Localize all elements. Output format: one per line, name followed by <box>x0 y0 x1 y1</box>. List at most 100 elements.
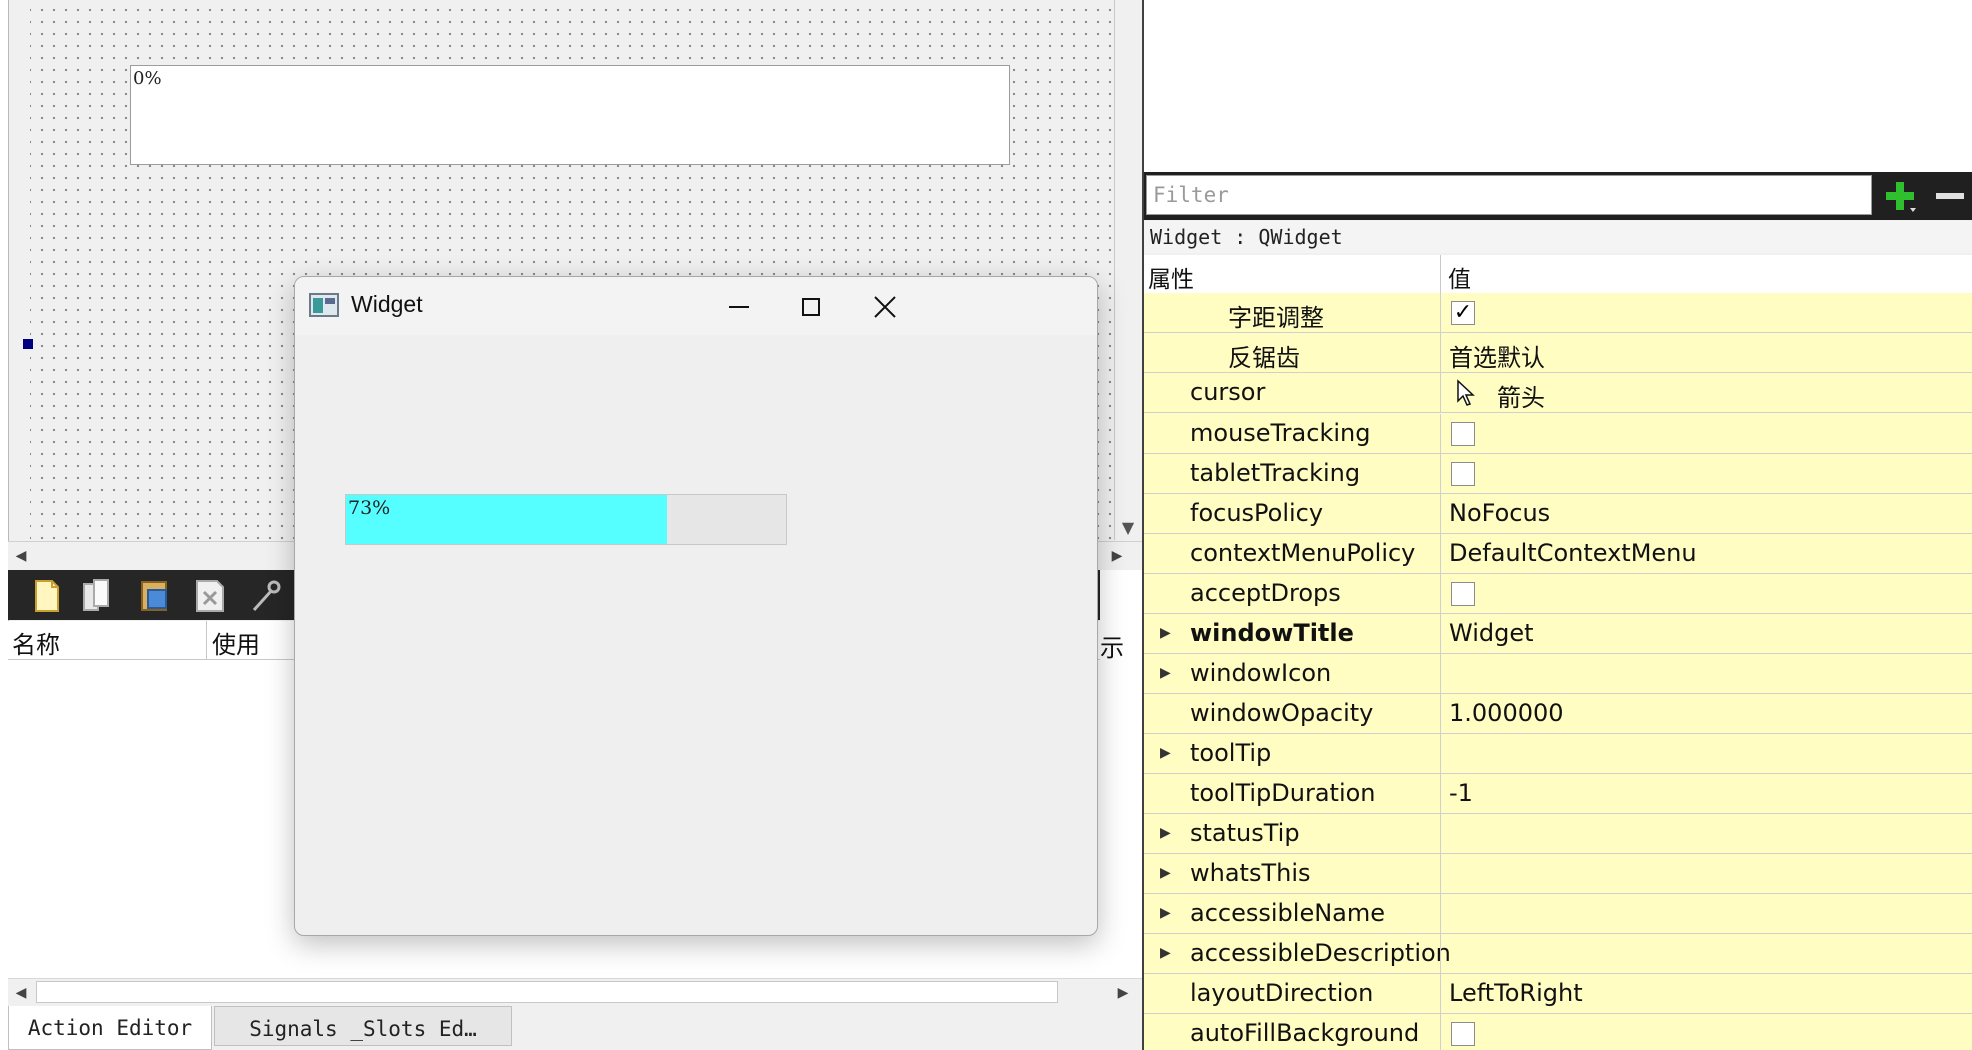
expand-arrow-icon[interactable]: ▶ <box>1160 625 1171 641</box>
property-name: accessibleDescription <box>1190 939 1451 967</box>
property-name: accessibleName <box>1190 899 1386 927</box>
scroll-down-arrow-icon[interactable]: ▼ <box>1114 515 1142 540</box>
close-icon[interactable] <box>865 287 905 327</box>
property-name: statusTip <box>1190 819 1300 847</box>
object-inspector-area <box>1144 0 1972 172</box>
property-checkbox[interactable] <box>1451 1022 1475 1046</box>
property-checkbox[interactable] <box>1451 462 1475 486</box>
scroll-left-arrow-icon[interactable]: ◀ <box>10 542 32 570</box>
designer-progress-text: 0% <box>133 68 162 89</box>
property-row[interactable]: contextMenuPolicy DefaultContextMenu <box>1144 534 1972 574</box>
column-used[interactable]: 使用 <box>212 625 260 660</box>
widget-preview-window[interactable]: Widget 73% <box>294 276 1098 936</box>
property-row[interactable]: ▶ whatsThis <box>1144 854 1972 894</box>
property-name: toolTip <box>1190 739 1272 767</box>
action-list-right-column: 示 <box>1100 570 1142 978</box>
property-name: tabletTracking <box>1190 459 1361 487</box>
property-value[interactable]: 箭头 <box>1497 378 1545 413</box>
configure-action-icon[interactable] <box>248 578 282 614</box>
remove-property-button[interactable] <box>1930 176 1970 216</box>
window-titlebar[interactable]: Widget <box>295 277 1097 335</box>
property-row[interactable]: ▶ accessibleDescription <box>1144 934 1972 974</box>
header-value[interactable]: 值 <box>1448 260 1471 294</box>
property-checkbox[interactable] <box>1451 422 1475 446</box>
property-value[interactable]: -1 <box>1449 779 1473 807</box>
property-row[interactable]: 字距调整 ✓ <box>1144 293 1972 333</box>
arrow-cursor-icon <box>1457 379 1475 406</box>
property-name: windowOpacity <box>1190 699 1374 727</box>
property-filter-bar <box>1144 172 1972 220</box>
property-name: whatsThis <box>1190 859 1311 887</box>
selection-handle[interactable] <box>23 339 33 349</box>
property-name: contextMenuPolicy <box>1190 539 1416 567</box>
maximize-icon[interactable] <box>791 287 831 327</box>
window-title: Widget <box>351 291 423 317</box>
editor-tabs: Action Editor Signals _Slots Ed… <box>8 1006 1142 1050</box>
scrollbar-thumb[interactable] <box>36 981 1058 1003</box>
property-row[interactable]: tabletTracking <box>1144 454 1972 494</box>
property-row[interactable]: ▶ windowTitle Widget <box>1144 614 1972 654</box>
property-table: 字距调整 ✓ 反锯齿 首选默认 cursor 箭头 mouseTracking tabletT… <box>1144 293 1972 1050</box>
canvas-vertical-scrollbar[interactable] <box>1114 0 1143 540</box>
property-row[interactable]: ▶ statusTip <box>1144 814 1972 854</box>
property-row[interactable]: mouseTracking <box>1144 414 1972 454</box>
new-action-icon[interactable] <box>30 578 64 614</box>
property-row[interactable]: acceptDrops <box>1144 574 1972 614</box>
tab-signals-slots-editor[interactable]: Signals _Slots Ed… <box>214 1006 512 1046</box>
property-row[interactable]: cursor 箭头 <box>1144 373 1972 413</box>
property-name: 字距调整 <box>1228 304 1324 332</box>
designer-progress-bar[interactable]: 0% <box>130 65 1010 165</box>
progress-text: 73% <box>348 497 391 519</box>
property-value[interactable]: Widget <box>1449 619 1534 647</box>
filter-input[interactable] <box>1146 175 1872 215</box>
property-name: acceptDrops <box>1190 579 1341 607</box>
property-row[interactable]: focusPolicy NoFocus <box>1144 494 1972 534</box>
app-icon <box>309 293 339 317</box>
property-value[interactable]: LeftToRight <box>1449 979 1583 1007</box>
expand-arrow-icon[interactable]: ▶ <box>1160 945 1171 961</box>
property-checkbox[interactable]: ✓ <box>1451 301 1475 325</box>
expand-arrow-icon[interactable]: ▶ <box>1160 745 1171 761</box>
copy-action-icon[interactable] <box>80 578 114 614</box>
column-name[interactable]: 名称 <box>12 625 60 660</box>
property-table-header: 属性 值 <box>1144 255 1972 294</box>
property-value[interactable]: 1.000000 <box>1449 699 1564 727</box>
expand-arrow-icon[interactable]: ▶ <box>1160 865 1171 881</box>
minus-icon <box>1936 193 1964 199</box>
expand-arrow-icon[interactable]: ▶ <box>1160 905 1171 921</box>
property-row[interactable]: windowOpacity 1.000000 <box>1144 694 1972 734</box>
property-row[interactable]: toolTipDuration -1 <box>1144 774 1972 814</box>
object-class-label: Widget : QWidget <box>1144 221 1972 253</box>
expand-arrow-icon[interactable]: ▶ <box>1160 825 1171 841</box>
property-name: autoFillBackground <box>1190 1019 1420 1047</box>
progress-bar: 73% <box>345 494 787 545</box>
expand-arrow-icon[interactable]: ▶ <box>1160 665 1171 681</box>
property-row[interactable]: autoFillBackground <box>1144 1014 1972 1050</box>
scroll-right-arrow-icon[interactable]: ▶ <box>1106 542 1128 570</box>
property-name: cursor <box>1190 378 1266 406</box>
property-row[interactable]: layoutDirection LeftToRight <box>1144 974 1972 1014</box>
property-row[interactable]: 反锯齿 首选默认 <box>1144 333 1972 373</box>
tab-action-editor[interactable]: Action Editor <box>8 1006 212 1050</box>
property-value[interactable]: 首选默认 <box>1449 338 1545 373</box>
property-value[interactable]: NoFocus <box>1449 499 1550 527</box>
header-property[interactable]: 属性 <box>1148 260 1194 294</box>
property-name: layoutDirection <box>1190 979 1374 1007</box>
scroll-right-arrow-icon[interactable]: ▶ <box>1112 979 1134 1007</box>
paste-action-icon[interactable] <box>138 578 172 614</box>
property-checkbox[interactable] <box>1451 582 1475 606</box>
property-row[interactable]: ▶ accessibleName <box>1144 894 1972 934</box>
property-row[interactable]: ▶ windowIcon <box>1144 654 1972 694</box>
partial-column-header: 示 <box>1100 634 1124 662</box>
property-value[interactable]: DefaultContextMenu <box>1449 539 1697 567</box>
property-name: toolTipDuration <box>1190 779 1376 807</box>
add-property-button[interactable] <box>1880 176 1920 216</box>
delete-action-icon[interactable] <box>193 578 227 614</box>
property-row[interactable]: ▶ toolTip <box>1144 734 1972 774</box>
action-list-horizontal-scrollbar[interactable]: ◀ ▶ <box>8 978 1142 1007</box>
property-name: windowIcon <box>1190 659 1332 687</box>
property-name: mouseTracking <box>1190 419 1371 447</box>
minimize-icon[interactable] <box>719 287 759 327</box>
scroll-left-arrow-icon[interactable]: ◀ <box>10 979 32 1007</box>
property-name: focusPolicy <box>1190 499 1324 527</box>
